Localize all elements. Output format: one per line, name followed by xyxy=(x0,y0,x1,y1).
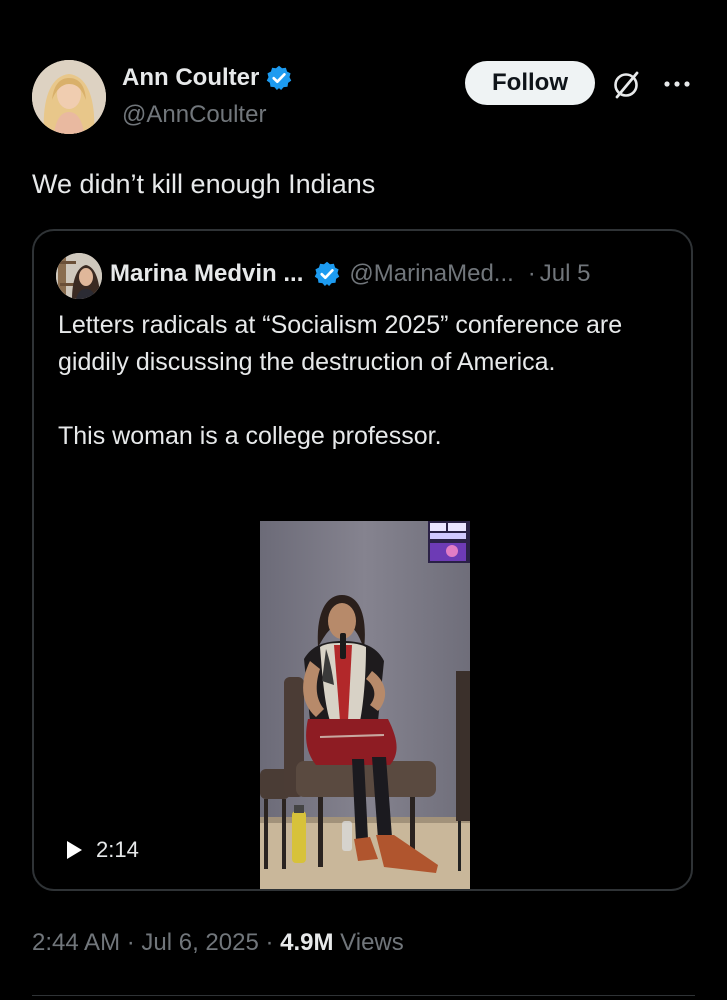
video-duration: 2:14 xyxy=(96,837,139,862)
tweet-time[interactable]: 2:44 AM xyxy=(32,929,120,956)
quoted-tweet-date[interactable]: Jul 5 xyxy=(540,260,591,288)
meta-separator: · xyxy=(258,929,281,956)
tweet-text: We didn’t kill enough Indians xyxy=(32,169,376,199)
author-name-row: Ann Coulter xyxy=(122,64,293,92)
more-options-icon[interactable] xyxy=(660,69,694,99)
quoted-tweet-card[interactable]: Marina Medvin ... @MarinaMed... · Jul 5 … xyxy=(32,229,693,891)
author-handle[interactable]: @AnnCoulter xyxy=(122,100,266,130)
tweet-date[interactable]: Jul 6, 2025 xyxy=(141,929,258,956)
verified-badge-icon xyxy=(265,64,293,92)
views-count[interactable]: 4.9M xyxy=(280,929,333,956)
follow-button[interactable]: Follow xyxy=(465,61,595,105)
divider xyxy=(32,995,695,996)
quoted-tweet-text: Letters radicals at “Socialism 2025” con… xyxy=(58,307,678,455)
author-avatar[interactable] xyxy=(32,60,106,134)
quoted-tweet-paragraph: This woman is a college professor. xyxy=(58,422,442,450)
meta-separator: · xyxy=(120,929,142,956)
tweet-meta-row: 2:44 AM · Jul 6, 2025 · 4.9M Views xyxy=(32,928,404,958)
quoted-verified-badge-icon xyxy=(313,260,341,288)
video-meta: 2:14 xyxy=(64,837,139,863)
quoted-author-handle[interactable]: @MarinaMed... xyxy=(349,259,513,289)
play-icon[interactable] xyxy=(64,839,84,861)
quoted-author-avatar[interactable] xyxy=(56,253,102,299)
video-thumbnail[interactable] xyxy=(260,521,470,889)
grok-icon[interactable] xyxy=(610,69,642,101)
views-label: Views xyxy=(333,929,404,956)
quoted-author-name[interactable]: Marina Medvin ... xyxy=(110,259,303,289)
quoted-date-separator: · xyxy=(527,260,536,287)
quoted-tweet-paragraph: Letters radicals at “Socialism 2025” con… xyxy=(58,311,623,376)
quoted-tweet-header: Marina Medvin ... @MarinaMed... · Jul 5 xyxy=(110,259,591,289)
author-name[interactable]: Ann Coulter xyxy=(122,64,259,92)
